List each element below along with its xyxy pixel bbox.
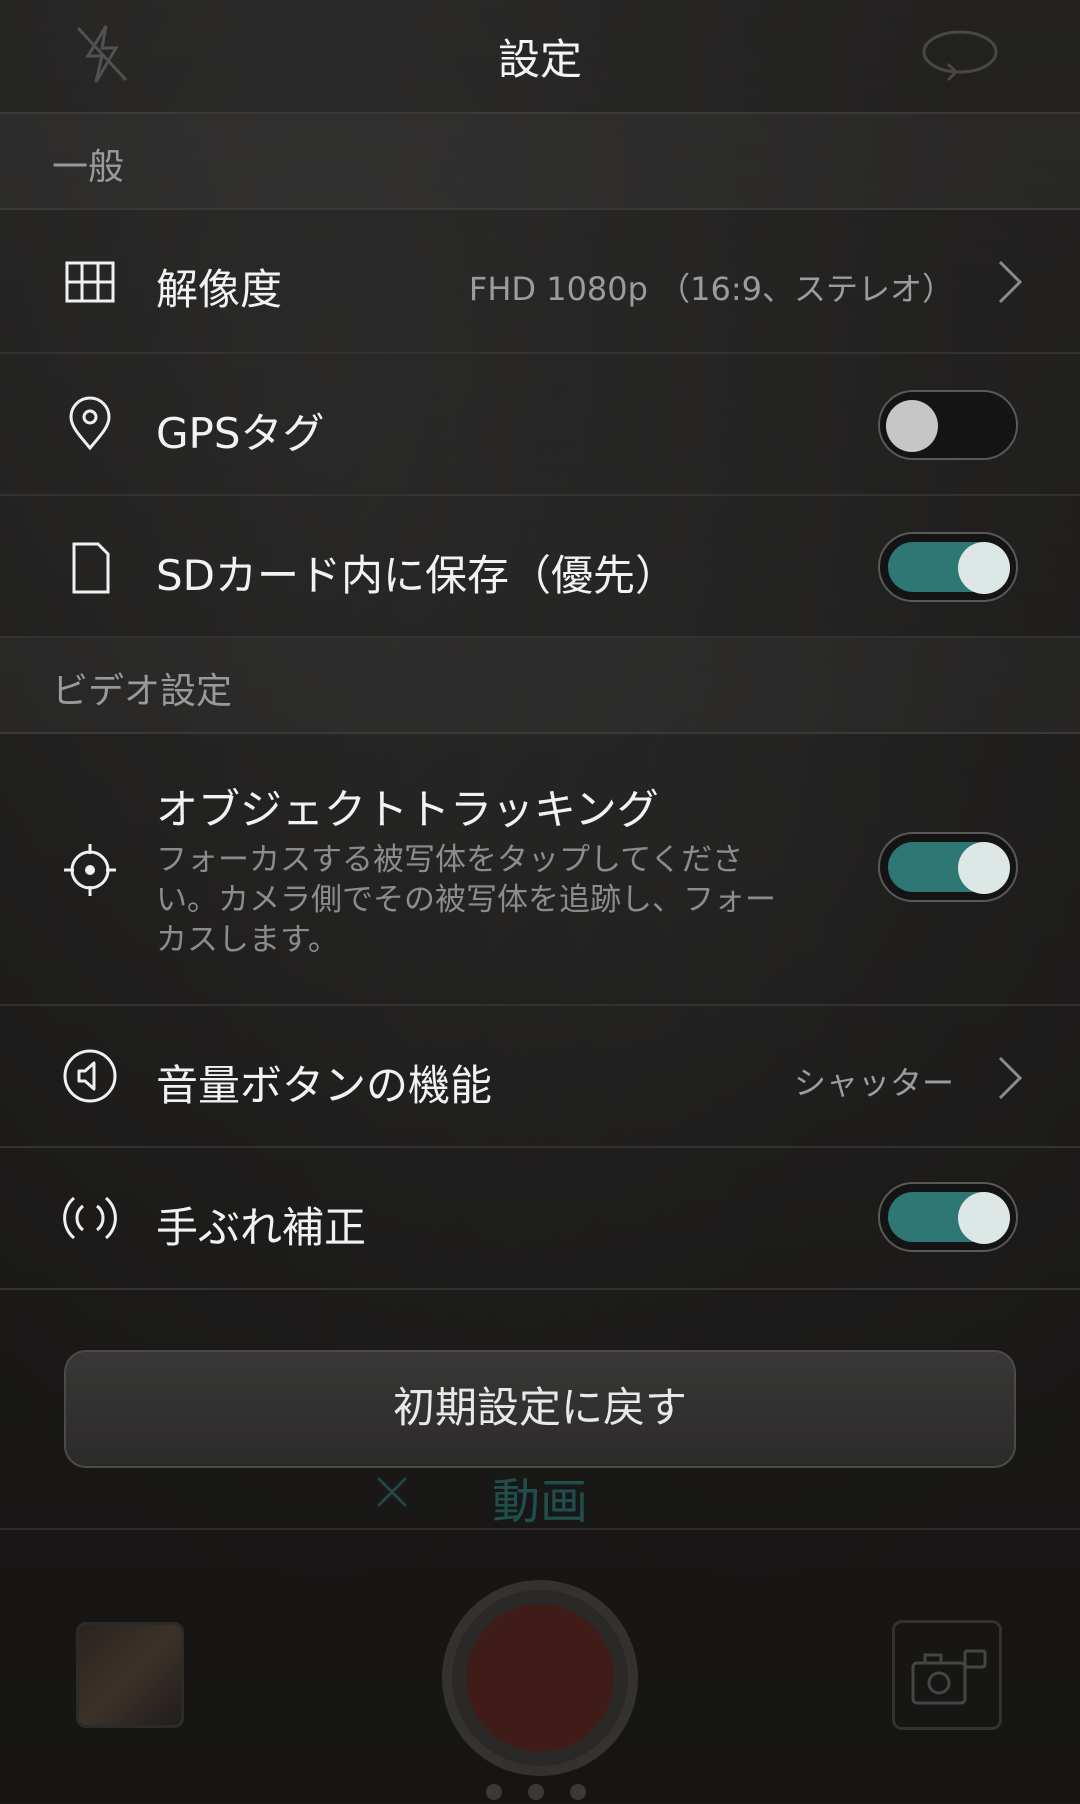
gallery-thumbnail[interactable] [76, 1622, 184, 1728]
toggle-knob [958, 542, 1010, 594]
stabilization-label: 手ぶれ補正 [156, 1203, 367, 1252]
object-tracking-label: オブジェクトトラッキング [156, 785, 659, 834]
toggle-knob [886, 400, 938, 452]
volume-button-row[interactable]: 音量ボタンの機能 シャッター [0, 1006, 1080, 1148]
description-line: い。カメラ側でその被写体を追跡し、フォー [156, 882, 776, 918]
record-button[interactable] [442, 1580, 638, 1776]
sd-card-icon [72, 542, 110, 594]
stabilization-toggle[interactable] [878, 1182, 1018, 1252]
sd-card-label: SDカード内に保存（優先） [156, 551, 678, 600]
section-header-video: ビデオ設定 [0, 638, 1080, 734]
description-line: カスします。 [156, 922, 339, 958]
object-tracking-description: フォーカスする被写体をタップしてくださ い。カメラ側でその被写体を追跡し、フォー… [156, 840, 836, 960]
toggle-knob [958, 1192, 1010, 1244]
stabilization-row[interactable]: 手ぶれ補正 [0, 1148, 1080, 1290]
stabilization-icon [63, 1196, 117, 1240]
sd-card-row[interactable]: SDカード内に保存（優先） [0, 496, 1080, 638]
object-tracking-toggle[interactable] [878, 832, 1018, 902]
page-dot [570, 1784, 586, 1800]
section-title: ビデオ設定 [52, 671, 233, 712]
location-pin-icon [69, 396, 111, 451]
divider [0, 1528, 1080, 1530]
page-dot [528, 1784, 544, 1800]
resolution-label: 解像度 [156, 265, 283, 314]
switch-camera-icon[interactable] [918, 24, 1002, 84]
toggle-knob [958, 842, 1010, 894]
description-line: フォーカスする被写体をタップしてくださ [156, 842, 744, 878]
top-bar: 設定 [0, 0, 1080, 114]
mode-page-indicator [486, 1784, 596, 1804]
photo-mode-button[interactable] [892, 1620, 1002, 1730]
volume-icon [63, 1049, 117, 1103]
section-title: 一般 [52, 147, 125, 188]
resolution-row[interactable]: 解像度 FHD 1080p （16:9、ステレオ） [0, 210, 1080, 354]
gps-tag-label: GPSタグ [156, 409, 325, 458]
chevron-right-icon [998, 260, 1023, 304]
gps-tag-toggle[interactable] [878, 390, 1018, 460]
section-header-general: 一般 [0, 114, 1080, 210]
record-button-inner [466, 1604, 614, 1752]
resolution-value: FHD 1080p （16:9、ステレオ） [468, 270, 954, 308]
sd-card-toggle[interactable] [878, 532, 1018, 602]
volume-button-label: 音量ボタンの機能 [156, 1061, 493, 1110]
reset-defaults-button[interactable]: 初期設定に戻す [64, 1350, 1016, 1468]
volume-button-value: シャッター [793, 1064, 954, 1102]
grid-icon [65, 261, 115, 303]
crosshair-icon [64, 844, 116, 896]
camera-switch-icon [911, 1649, 987, 1705]
object-tracking-row[interactable]: オブジェクトトラッキング フォーカスする被写体をタップしてくださ い。カメラ側で… [0, 734, 1080, 1006]
gps-tag-row[interactable]: GPSタグ [0, 354, 1080, 496]
camera-mode-label: 動画 [491, 1474, 588, 1530]
chevron-right-icon [998, 1056, 1023, 1100]
page-dot [486, 1784, 502, 1800]
